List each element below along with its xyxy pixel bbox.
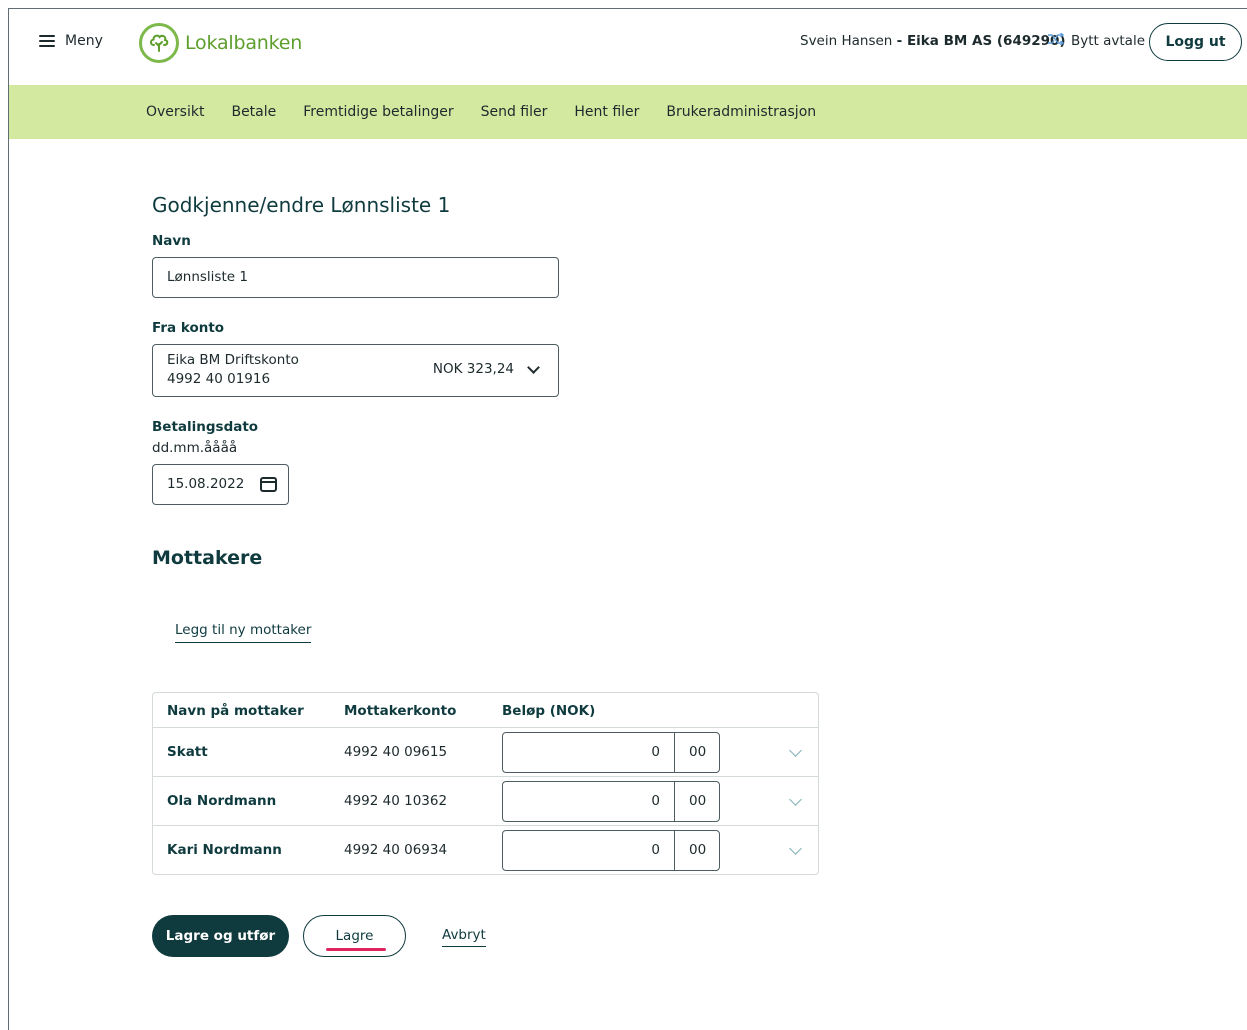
column-header-amount: Beløp (NOK) bbox=[502, 703, 596, 719]
recipient-account: 4992 40 06934 bbox=[344, 842, 448, 858]
amount-kroner-input[interactable]: 0 bbox=[503, 733, 675, 772]
focus-indicator bbox=[326, 948, 386, 951]
tree-logo-icon bbox=[139, 23, 179, 63]
save-button[interactable]: Lagre bbox=[303, 915, 406, 957]
menu-button[interactable]: Meny bbox=[39, 33, 103, 49]
name-label: Navn bbox=[152, 233, 191, 249]
recipient-account: 4992 40 09615 bbox=[344, 744, 448, 760]
menu-label: Meny bbox=[65, 33, 103, 49]
expand-chevron-icon[interactable] bbox=[789, 842, 802, 855]
top-header: Meny Lokalbanken Svein Hansen - Eika BM … bbox=[9, 9, 1247, 85]
nav-item-hent-filer[interactable]: Hent filer bbox=[574, 104, 639, 120]
table-row: Skatt 4992 40 09615 0 00 bbox=[153, 728, 818, 777]
switch-agreement-button[interactable]: Bytt avtale bbox=[1047, 32, 1146, 49]
user-company: - Eika BM AS (649290) bbox=[896, 33, 1066, 49]
nav-item-oversikt[interactable]: Oversikt bbox=[146, 104, 204, 120]
nav-item-brukeradministrasjon[interactable]: Brukeradministrasjon bbox=[666, 104, 816, 120]
shuffle-icon bbox=[1047, 32, 1065, 49]
date-value: 15.08.2022 bbox=[167, 476, 245, 492]
from-account-select[interactable]: Eika BM Driftskonto 4992 40 01916 NOK 32… bbox=[152, 344, 559, 397]
app-frame: Meny Lokalbanken Svein Hansen - Eika BM … bbox=[8, 8, 1247, 1030]
logout-button[interactable]: Logg ut bbox=[1149, 23, 1242, 61]
logo-text: Lokalbanken bbox=[185, 32, 303, 54]
amount-ore-input[interactable]: 00 bbox=[675, 831, 719, 870]
amount-ore-input[interactable]: 00 bbox=[675, 782, 719, 821]
date-label: Betalingsdato bbox=[152, 419, 259, 435]
amount-kroner-input[interactable]: 0 bbox=[503, 831, 675, 870]
table-row: Ola Nordmann 4992 40 10362 0 00 bbox=[153, 777, 818, 826]
table-header: Navn på mottaker Mottakerkonto Beløp (NO… bbox=[153, 693, 818, 728]
amount-kroner-input[interactable]: 0 bbox=[503, 782, 675, 821]
amount-field: 0 00 bbox=[502, 781, 720, 822]
amount-field: 0 00 bbox=[502, 732, 720, 773]
expand-chevron-icon[interactable] bbox=[789, 744, 802, 757]
save-and-execute-button[interactable]: Lagre og utfør bbox=[152, 915, 289, 957]
name-field[interactable]: Lønnsliste 1 bbox=[152, 257, 559, 298]
recipient-name: Ola Nordmann bbox=[167, 793, 277, 809]
payment-date-input[interactable]: 15.08.2022 bbox=[152, 464, 289, 505]
nav-item-send-filer[interactable]: Send filer bbox=[481, 104, 548, 120]
column-header-name: Navn på mottaker bbox=[167, 703, 304, 719]
calendar-icon[interactable] bbox=[260, 477, 277, 492]
recipients-table: Navn på mottaker Mottakerkonto Beløp (NO… bbox=[152, 692, 819, 875]
add-recipient-link[interactable]: Legg til ny mottaker bbox=[175, 622, 312, 643]
page-title: Godkjenne/endre Lønnsliste 1 bbox=[152, 193, 451, 217]
amount-field: 0 00 bbox=[502, 830, 720, 871]
hamburger-icon bbox=[39, 35, 55, 47]
recipient-name: Kari Nordmann bbox=[167, 842, 282, 858]
user-info: Svein Hansen - Eika BM AS (649290) bbox=[800, 33, 1066, 49]
switch-label: Bytt avtale bbox=[1071, 33, 1146, 49]
nav-item-fremtidige-betalinger[interactable]: Fremtidige betalinger bbox=[303, 104, 453, 120]
table-row: Kari Nordmann 4992 40 06934 0 00 bbox=[153, 826, 818, 875]
nav-item-betale[interactable]: Betale bbox=[231, 104, 276, 120]
cancel-link[interactable]: Avbryt bbox=[442, 927, 486, 947]
save-button-label: Lagre bbox=[335, 928, 374, 944]
main-nav: Oversikt Betale Fremtidige betalinger Se… bbox=[9, 85, 1247, 139]
logo[interactable]: Lokalbanken bbox=[139, 23, 302, 63]
expand-chevron-icon[interactable] bbox=[789, 793, 802, 806]
recipient-name: Skatt bbox=[167, 744, 208, 760]
amount-ore-input[interactable]: 00 bbox=[675, 733, 719, 772]
date-format-hint: dd.mm.åååå bbox=[152, 440, 238, 456]
account-balance: NOK 323,24 bbox=[432, 361, 514, 377]
user-name: Svein Hansen bbox=[800, 33, 893, 49]
column-header-account: Mottakerkonto bbox=[344, 703, 457, 719]
recipient-account: 4992 40 10362 bbox=[344, 793, 448, 809]
recipients-title: Mottakere bbox=[152, 547, 263, 569]
from-account-label: Fra konto bbox=[152, 320, 225, 336]
